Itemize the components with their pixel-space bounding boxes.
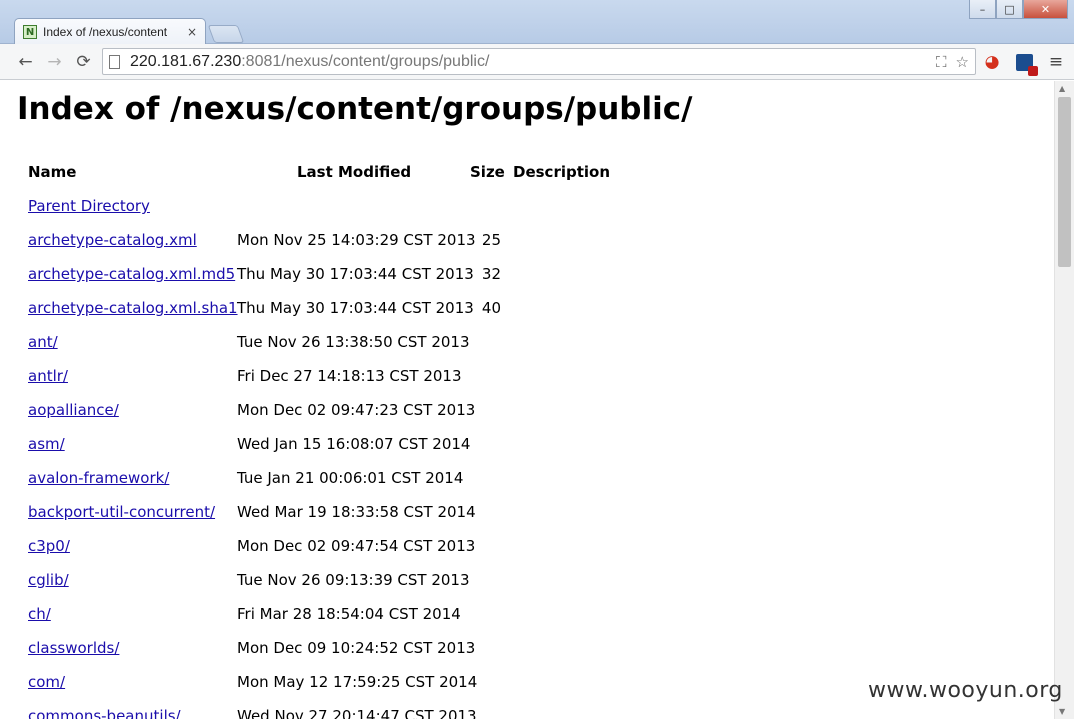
tab-close-icon[interactable]: × — [187, 25, 197, 39]
entry-link[interactable]: c3p0/ — [28, 537, 70, 555]
table-row: c3p0/Mon Dec 02 09:47:54 CST 2013 — [0, 537, 700, 557]
last-modified-cell: Mon Nov 25 14:03:29 CST 2013 — [237, 231, 476, 249]
extension-badge-icon[interactable] — [1012, 50, 1038, 76]
url-path: :8081/nexus/content/groups/public/ — [241, 52, 490, 70]
header-last-modified[interactable]: Last Modified — [297, 163, 411, 181]
last-modified-cell: Mon May 12 17:59:25 CST 2014 — [237, 673, 478, 691]
header-name[interactable]: Name — [28, 163, 76, 181]
last-modified-cell: Fri Dec 27 14:18:13 CST 2013 — [237, 367, 462, 385]
last-modified-cell: Tue Jan 21 00:06:01 CST 2014 — [237, 469, 464, 487]
last-modified-cell: Tue Nov 26 09:13:39 CST 2013 — [237, 571, 470, 589]
parent-directory-link[interactable]: Parent Directory — [28, 197, 150, 215]
last-modified-cell: Thu May 30 17:03:44 CST 2013 — [237, 299, 474, 317]
table-row: archetype-catalog.xml.sha1 Thu May 30 17:… — [0, 299, 700, 319]
header-description[interactable]: Description — [513, 163, 610, 181]
table-row: ant/Tue Nov 26 13:38:50 CST 2013 — [0, 333, 700, 353]
entry-link[interactable]: ant/ — [28, 333, 58, 351]
maximize-button[interactable]: □ — [996, 0, 1023, 19]
last-modified-cell: Mon Dec 02 09:47:54 CST 2013 — [237, 537, 476, 555]
table-row: archetype-catalog.xml.md5 Thu May 30 17:0… — [0, 265, 700, 285]
last-modified-cell: Wed Mar 19 18:33:58 CST 2014 — [237, 503, 476, 521]
table-row: avalon-framework/Tue Jan 21 00:06:01 CST… — [0, 469, 700, 489]
close-window-button[interactable]: ✕ — [1023, 0, 1068, 19]
extension-search-icon[interactable]: ◕ — [980, 50, 1004, 74]
size-cell: 40 — [481, 299, 501, 317]
entry-link[interactable]: archetype-catalog.xml.md5 — [28, 265, 235, 283]
last-modified-cell: Mon Dec 09 10:24:52 CST 2013 — [237, 639, 476, 657]
table-row: ch/Fri Mar 28 18:54:04 CST 2014 — [0, 605, 700, 625]
entry-link[interactable]: cglib/ — [28, 571, 69, 589]
vertical-scrollbar[interactable]: ▲ ▼ — [1054, 81, 1074, 719]
entry-link[interactable]: backport-util-concurrent/ — [28, 503, 215, 521]
table-row: classworlds/Mon Dec 09 10:24:52 CST 2013 — [0, 639, 700, 659]
minimize-button[interactable]: – — [969, 0, 996, 19]
scroll-up-arrow-icon[interactable]: ▲ — [1059, 84, 1065, 93]
table-row: aopalliance/Mon Dec 02 09:47:23 CST 2013 — [0, 401, 700, 421]
url-text[interactable]: 220.181.67.230:8081/nexus/content/groups… — [130, 53, 489, 71]
bookmark-star-icon[interactable]: ☆ — [956, 53, 969, 71]
entry-link[interactable]: archetype-catalog.xml.sha1 — [28, 299, 238, 317]
table-row: archetype-catalog.xml Mon Nov 25 14:03:29… — [0, 231, 700, 251]
table-row: commons-beanutils/Wed Nov 27 20:14:47 CS… — [0, 707, 700, 719]
entry-link[interactable]: commons-beanutils/ — [28, 707, 181, 719]
last-modified-cell: Thu May 30 17:03:44 CST 2013 — [237, 265, 474, 283]
last-modified-cell: Tue Nov 26 13:38:50 CST 2013 — [237, 333, 470, 351]
address-bar[interactable]: 220.181.67.230:8081/nexus/content/groups… — [102, 48, 976, 75]
page-viewport: Index of /nexus/content/groups/public/ N… — [0, 81, 1054, 719]
size-cell: 25 — [481, 231, 501, 249]
title-bar: N Index of /nexus/content × – □ ✕ — [0, 0, 1074, 45]
new-tab-button[interactable] — [207, 25, 245, 43]
window-controls: – □ ✕ — [969, 0, 1068, 19]
scrollbar-thumb[interactable] — [1058, 97, 1071, 267]
page-icon — [109, 54, 120, 69]
entry-link[interactable]: ch/ — [28, 605, 51, 623]
last-modified-cell: Wed Jan 15 16:08:07 CST 2014 — [237, 435, 471, 453]
table-header: Name Last Modified Size Description — [0, 163, 700, 183]
watermark: www.wooyun.org — [868, 678, 1063, 703]
last-modified-cell: Wed Nov 27 20:14:47 CST 2013 — [237, 707, 477, 719]
last-modified-cell: Mon Dec 02 09:47:23 CST 2013 — [237, 401, 476, 419]
entry-link[interactable]: com/ — [28, 673, 65, 691]
entry-link[interactable]: archetype-catalog.xml — [28, 231, 197, 249]
table-row: backport-util-concurrent/Wed Mar 19 18:3… — [0, 503, 700, 523]
reload-button[interactable]: ⟳ — [69, 48, 98, 76]
scroll-down-arrow-icon[interactable]: ▼ — [1059, 707, 1065, 716]
translate-icon[interactable]: ⛶ — [936, 53, 947, 71]
table-row: asm/Wed Jan 15 16:08:07 CST 2014 — [0, 435, 700, 455]
tab-title: Index of /nexus/content — [43, 25, 168, 39]
entry-link[interactable]: asm/ — [28, 435, 65, 453]
url-host: 220.181.67.230 — [130, 52, 242, 70]
entry-link[interactable]: avalon-framework/ — [28, 469, 169, 487]
table-row: antlr/Fri Dec 27 14:18:13 CST 2013 — [0, 367, 700, 387]
back-button[interactable]: ← — [11, 48, 40, 76]
entry-link[interactable]: antlr/ — [28, 367, 68, 385]
size-cell: 32 — [481, 265, 501, 283]
forward-button[interactable]: → — [40, 48, 69, 76]
page-title: Index of /nexus/content/groups/public/ — [17, 91, 693, 127]
entry-link[interactable]: aopalliance/ — [28, 401, 119, 419]
table-row: com/Mon May 12 17:59:25 CST 2014 — [0, 673, 700, 693]
menu-icon[interactable]: ≡ — [1044, 50, 1068, 74]
last-modified-cell: Fri Mar 28 18:54:04 CST 2014 — [237, 605, 461, 623]
browser-tab[interactable]: N Index of /nexus/content × — [14, 18, 206, 45]
nexus-favicon-icon: N — [23, 25, 37, 39]
header-size[interactable]: Size — [470, 163, 505, 181]
browser-toolbar: ← → ⟳ 220.181.67.230:8081/nexus/content/… — [0, 44, 1074, 80]
parent-directory-row: Parent Directory — [0, 197, 700, 217]
table-row: cglib/Tue Nov 26 09:13:39 CST 2013 — [0, 571, 700, 591]
entry-link[interactable]: classworlds/ — [28, 639, 119, 657]
